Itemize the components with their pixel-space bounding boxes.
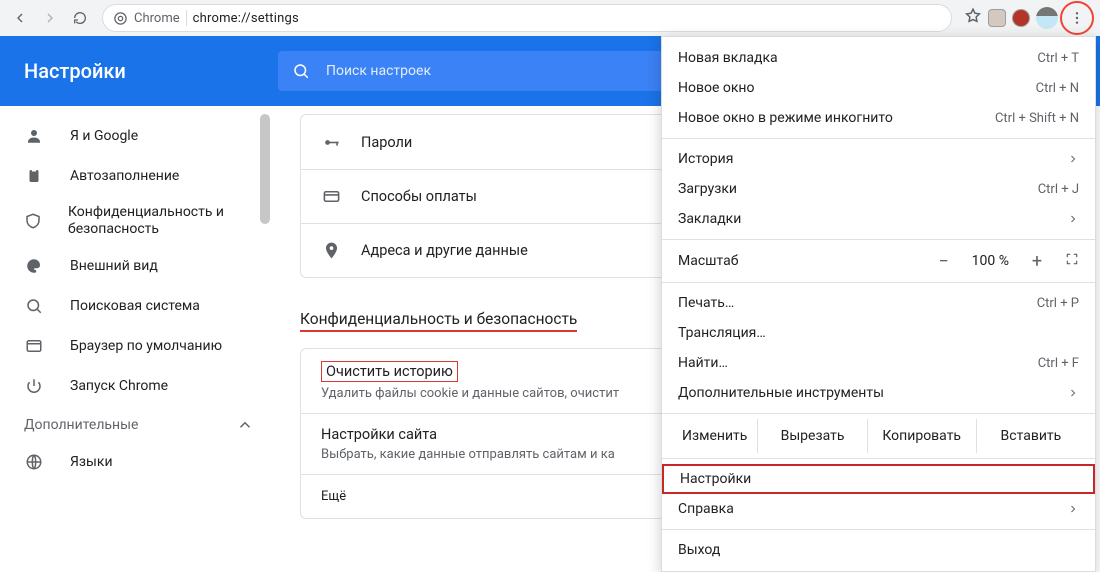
- nav-back-button[interactable]: [6, 4, 34, 32]
- edit-copy[interactable]: Копировать: [867, 419, 976, 453]
- power-icon: [24, 376, 44, 396]
- menu-new-tab[interactable]: Новая вкладкаCtrl + T: [662, 43, 1095, 73]
- menu-zoom: Масштаб − 100 % +: [662, 245, 1095, 277]
- palette-icon: [24, 256, 44, 276]
- sidebar-advanced-label: Дополнительные: [24, 417, 138, 433]
- sidebar-item-autofill[interactable]: Автозаполнение: [0, 156, 278, 196]
- sidebar-item-label: Поисковая система: [70, 298, 200, 314]
- menu-print[interactable]: Печать…Ctrl + P: [662, 288, 1095, 318]
- search-icon: [292, 62, 310, 80]
- menu-separator: [662, 239, 1095, 240]
- sidebar-item-default-browser[interactable]: Браузер по умолчанию: [0, 326, 278, 366]
- menu-bookmarks[interactable]: Закладки: [662, 204, 1095, 234]
- sidebar-item-label: Автозаполнение: [70, 168, 179, 184]
- chevron-right-icon: [1067, 503, 1079, 515]
- edit-paste[interactable]: Вставить: [976, 419, 1085, 453]
- chrome-icon: [113, 11, 128, 26]
- row-label: Способы оплаты: [361, 188, 477, 205]
- sidebar-item-label: Внешний вид: [70, 258, 158, 274]
- menu-separator: [662, 138, 1095, 139]
- chrome-overflow-menu: Новая вкладкаCtrl + T Новое окноCtrl + N…: [661, 36, 1096, 572]
- omnibox-separator: [186, 10, 187, 26]
- browser-icon: [24, 336, 44, 356]
- zoom-in-button[interactable]: +: [1027, 251, 1047, 272]
- chevron-right-icon: [1067, 213, 1079, 225]
- privacy-section-title: Конфиденциальность и безопасность: [300, 310, 577, 332]
- card-icon: [321, 187, 341, 207]
- person-icon: [24, 126, 44, 146]
- menu-more-tools[interactable]: Дополнительные инструменты: [662, 378, 1095, 408]
- zoom-value: 100 %: [972, 253, 1009, 269]
- omnibox-site: Chrome: [134, 11, 180, 26]
- menu-exit[interactable]: Выход: [662, 535, 1095, 565]
- chevron-right-icon: [1067, 153, 1079, 165]
- menu-separator: [662, 282, 1095, 283]
- address-bar[interactable]: Chrome chrome://settings: [102, 4, 952, 32]
- extension-icon[interactable]: [988, 9, 1006, 27]
- sidebar-item-appearance[interactable]: Внешний вид: [0, 246, 278, 286]
- menu-edit-row: Изменить Вырезать Копировать Вставить: [662, 419, 1095, 453]
- menu-new-window[interactable]: Новое окноCtrl + N: [662, 73, 1095, 103]
- settings-title: Настройки: [24, 59, 126, 83]
- sidebar-item-label: Конфиденциальность и безопасность: [68, 204, 254, 239]
- menu-downloads[interactable]: ЗагрузкиCtrl + J: [662, 174, 1095, 204]
- sidebar-item-label: Запуск Chrome: [70, 378, 168, 394]
- sidebar-item-privacy[interactable]: Конфиденциальность и безопасность: [0, 196, 278, 246]
- sidebar-item-label: Языки: [70, 454, 113, 470]
- edit-cut[interactable]: Вырезать: [757, 419, 866, 453]
- extension-icon[interactable]: [1012, 9, 1030, 27]
- profile-avatar[interactable]: [1036, 7, 1058, 29]
- menu-separator: [662, 458, 1095, 459]
- nav-forward-button[interactable]: [36, 4, 64, 32]
- settings-sidebar: Я и Google Автозаполнение Конфиденциальн…: [0, 106, 278, 542]
- globe-icon: [24, 452, 44, 472]
- location-icon: [321, 241, 341, 261]
- fullscreen-button[interactable]: [1065, 252, 1079, 270]
- nav-reload-button[interactable]: [66, 4, 94, 32]
- sidebar-item-on-startup[interactable]: Запуск Chrome: [0, 366, 278, 406]
- chevron-up-icon: [236, 416, 254, 434]
- search-icon: [24, 296, 44, 316]
- bookmark-star-button[interactable]: [964, 7, 982, 29]
- browser-toolbar: Chrome chrome://settings: [0, 0, 1100, 36]
- clipboard-icon: [24, 166, 44, 186]
- row-label: Пароли: [361, 134, 412, 151]
- menu-settings[interactable]: Настройки: [662, 464, 1095, 494]
- menu-cast[interactable]: Трансляция…: [662, 318, 1095, 348]
- omnibox-url: chrome://settings: [193, 11, 299, 26]
- menu-find[interactable]: Найти…Ctrl + F: [662, 348, 1095, 378]
- clear-data-title: Очистить историю: [321, 361, 458, 382]
- more-label: Ещё: [321, 489, 346, 504]
- menu-help[interactable]: Справка: [662, 494, 1095, 524]
- sidebar-advanced-toggle[interactable]: Дополнительные: [0, 406, 278, 442]
- sidebar-item-label: Браузер по умолчанию: [70, 338, 222, 354]
- menu-separator: [662, 529, 1095, 530]
- menu-history[interactable]: История: [662, 144, 1095, 174]
- menu-separator: [662, 413, 1095, 414]
- sidebar-item-label: Я и Google: [70, 128, 138, 144]
- highlight-ring: [1060, 1, 1094, 35]
- menu-incognito[interactable]: Новое окно в режиме инкогнитоCtrl + Shif…: [662, 103, 1095, 133]
- zoom-out-button[interactable]: −: [934, 251, 954, 272]
- sidebar-item-search-engine[interactable]: Поисковая система: [0, 286, 278, 326]
- search-placeholder: Поиск настроек: [326, 63, 431, 79]
- sidebar-item-languages[interactable]: Языки: [0, 442, 278, 482]
- key-icon: [321, 132, 341, 152]
- shield-icon: [24, 211, 42, 231]
- row-label: Адреса и другие данные: [361, 242, 528, 259]
- sidebar-scrollbar[interactable]: [260, 114, 270, 224]
- chevron-right-icon: [1067, 387, 1079, 399]
- sidebar-item-you-and-google[interactable]: Я и Google: [0, 116, 278, 156]
- chrome-menu-button[interactable]: [1064, 5, 1090, 31]
